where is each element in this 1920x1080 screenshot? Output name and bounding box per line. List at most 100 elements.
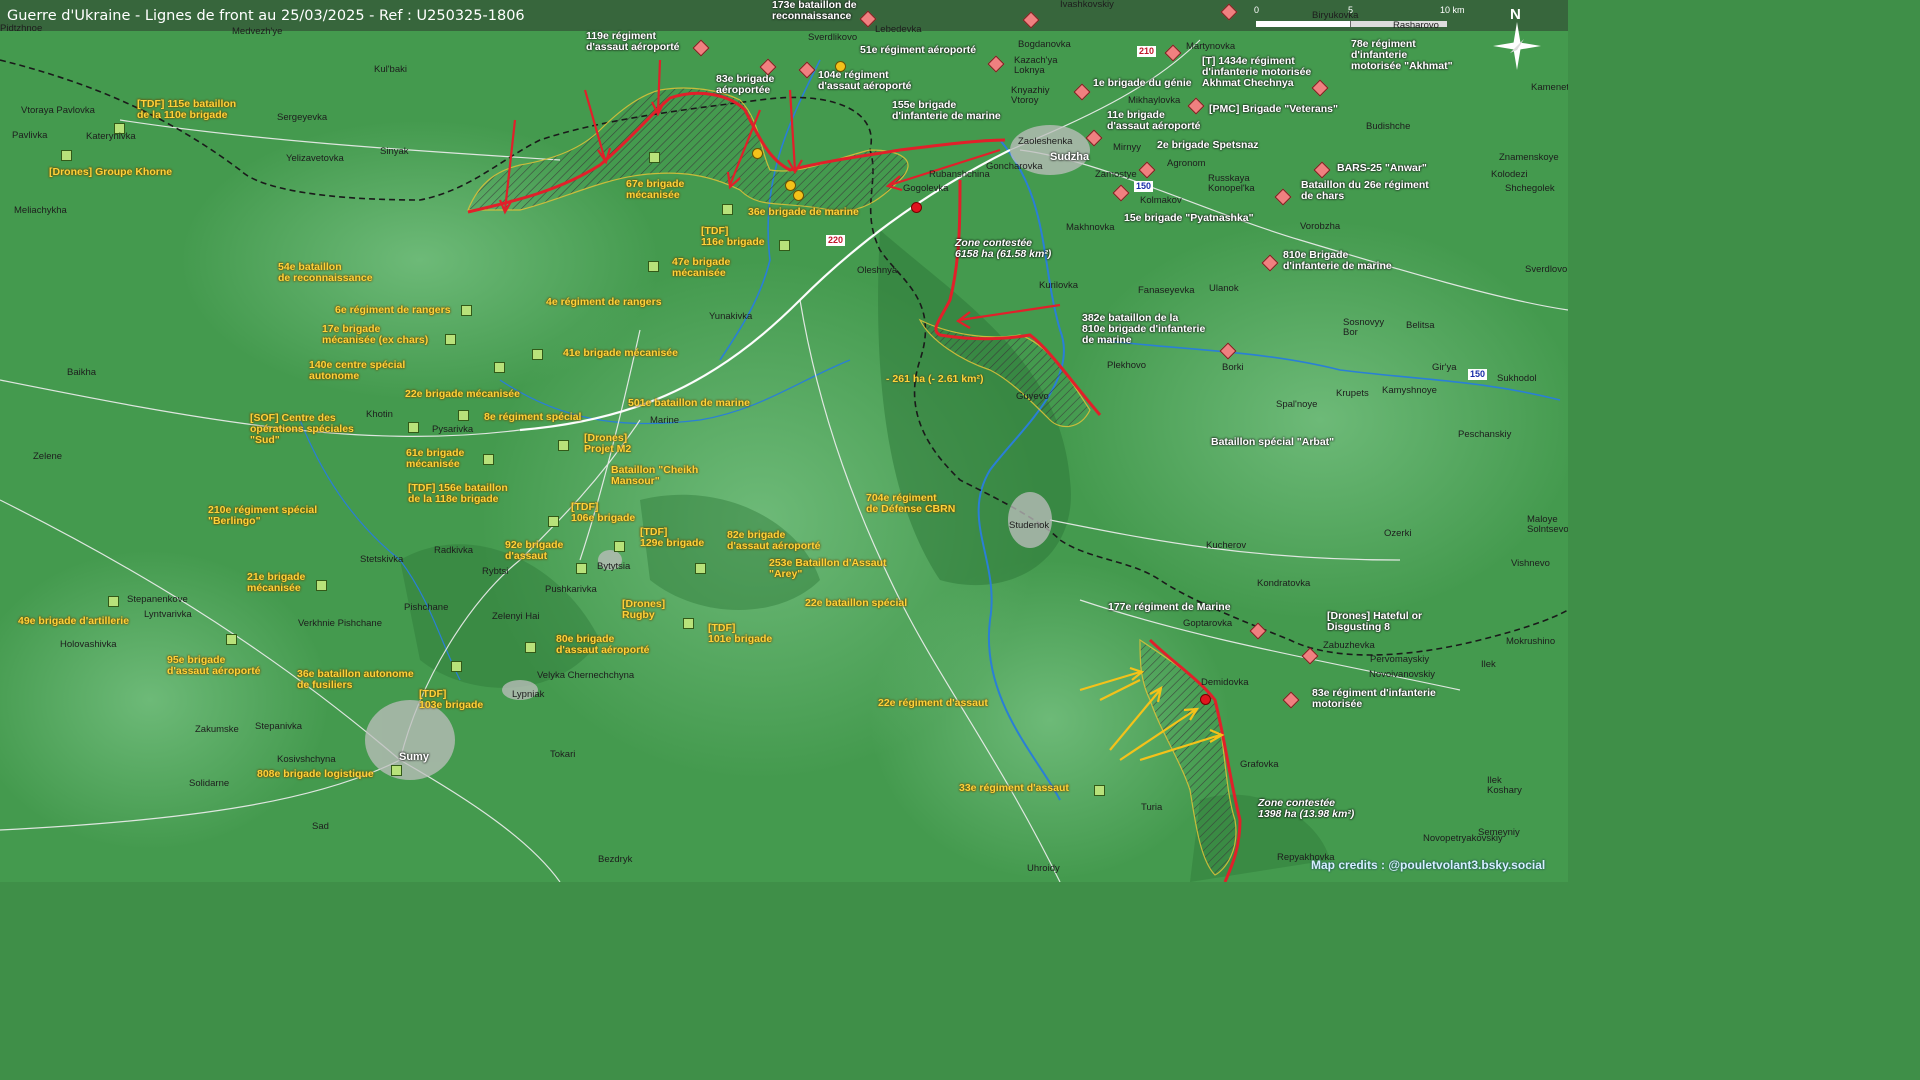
- ua-unit-label[interactable]: 501e bataillon de marine: [628, 398, 750, 409]
- ua-unit-symbol-icon[interactable]: [649, 152, 660, 163]
- ua-unit-label[interactable]: [TDF] 115e bataillon de la 110e brigade: [137, 99, 236, 121]
- ru-unit-label[interactable]: 104e régiment d'assaut aéroporté: [818, 70, 912, 92]
- town-label: Zakumske: [195, 724, 239, 735]
- ua-unit-symbol-icon[interactable]: [576, 563, 587, 574]
- ua-unit-symbol-icon[interactable]: [445, 334, 456, 345]
- ua-unit-symbol-icon[interactable]: [391, 765, 402, 776]
- ru-unit-label[interactable]: 2e brigade Spetsnaz: [1157, 140, 1259, 151]
- ua-unit-symbol-icon[interactable]: [316, 580, 327, 591]
- ua-unit-label[interactable]: 704e régiment de Défense CBRN: [866, 493, 955, 515]
- ru-unit-label[interactable]: 11e brigade d'assaut aéroporté: [1107, 110, 1201, 132]
- ru-unit-label[interactable]: [PMC] Brigade "Veterans": [1209, 104, 1338, 115]
- ua-unit-symbol-icon[interactable]: [548, 516, 559, 527]
- ua-unit-label[interactable]: 80e brigade d'assaut aéroporté: [556, 634, 650, 656]
- ua-unit-symbol-icon[interactable]: [1094, 785, 1105, 796]
- ua-unit-symbol-icon[interactable]: [722, 204, 733, 215]
- ru-unit-label[interactable]: 15e brigade "Pyatnashka": [1124, 213, 1254, 224]
- ua-unit-symbol-icon[interactable]: [451, 661, 462, 672]
- town-label: Studenok: [1009, 520, 1050, 531]
- ua-unit-label[interactable]: 17e brigade mécanisée (ex chars): [322, 324, 428, 346]
- ua-unit-label[interactable]: 22e régiment d'assaut: [878, 698, 988, 709]
- ua-unit-symbol-icon[interactable]: [494, 362, 505, 373]
- ua-unit-symbol-icon[interactable]: [779, 240, 790, 251]
- ru-unit-label[interactable]: BARS-25 "Anwar": [1337, 163, 1427, 174]
- ua-unit-label[interactable]: 49e brigade d'artillerie: [18, 616, 129, 627]
- ua-unit-label[interactable]: 95e brigade d'assaut aéroporté: [167, 655, 261, 677]
- ru-unit-label[interactable]: 810e Brigade d'infanterie de marine: [1283, 250, 1392, 272]
- ua-unit-label[interactable]: [TDF] 129e brigade: [640, 527, 704, 549]
- ua-unit-label[interactable]: [TDF] 101e brigade: [708, 623, 772, 645]
- ua-unit-label[interactable]: [Drones] Groupe Khorne: [49, 167, 172, 178]
- ru-unit-label[interactable]: 119e régiment d'assaut aéroporté: [586, 31, 680, 53]
- ru-unit-label[interactable]: 155e brigade d'infanterie de marine: [892, 100, 1001, 122]
- ua-unit-symbol-icon[interactable]: [558, 440, 569, 451]
- ua-unit-label[interactable]: [TDF] 116e brigade: [701, 226, 765, 248]
- ru-unit-label[interactable]: 51e régiment aéroporté: [860, 45, 976, 56]
- ua-unit-label[interactable]: 36e bataillon autonome de fusiliers: [297, 669, 414, 691]
- map-credits[interactable]: Map credits : @pouletvolant3.bsky.social: [1311, 858, 1545, 872]
- ua-unit-label[interactable]: Bataillon "Cheikh Mansour": [611, 465, 698, 487]
- ua-position-marker[interactable]: [752, 148, 763, 159]
- ua-unit-label[interactable]: 22e brigade mécanisée: [405, 389, 520, 400]
- ua-unit-symbol-icon[interactable]: [525, 642, 536, 653]
- ua-unit-label[interactable]: 33e régiment d'assaut: [959, 783, 1069, 794]
- ua-unit-label[interactable]: 210e régiment spécial "Berlingo": [208, 505, 317, 527]
- ru-unit-label[interactable]: 177e régiment de Marine: [1108, 602, 1231, 613]
- ua-unit-label[interactable]: 253e Bataillon d'Assaut "Arey": [769, 558, 886, 580]
- scale-tick-10: 10 km: [1440, 5, 1465, 15]
- ua-unit-symbol-icon[interactable]: [532, 349, 543, 360]
- ua-unit-label[interactable]: [TDF] 106e brigade: [571, 502, 635, 524]
- ua-unit-symbol-icon[interactable]: [648, 261, 659, 272]
- ua-unit-label[interactable]: 61e brigade mécanisée: [406, 448, 464, 470]
- ua-unit-label[interactable]: 4e régiment de rangers: [546, 297, 662, 308]
- ru-unit-label[interactable]: 1e brigade du génie: [1093, 78, 1192, 89]
- map-canvas[interactable]: Guerre d'Ukraine - Lignes de front au 25…: [0, 0, 1568, 882]
- ua-unit-symbol-icon[interactable]: [695, 563, 706, 574]
- ua-unit-label[interactable]: [TDF] 156e bataillon de la 118e brigade: [408, 483, 508, 505]
- ua-unit-label[interactable]: [Drones] Projet M2: [584, 433, 631, 455]
- ua-unit-symbol-icon[interactable]: [683, 618, 694, 629]
- ua-unit-label[interactable]: 36e brigade de marine: [748, 207, 859, 218]
- town-label: Goncharovka: [986, 161, 1043, 172]
- ua-unit-symbol-icon[interactable]: [614, 541, 625, 552]
- ru-unit-label[interactable]: Bataillon du 26e régiment de chars: [1301, 180, 1429, 202]
- ua-position-marker[interactable]: [785, 180, 796, 191]
- ru-unit-label[interactable]: 83e régiment d'infanterie motorisée: [1312, 688, 1436, 710]
- hotspot-gogolevka[interactable]: [911, 202, 922, 213]
- ru-unit-label[interactable]: [T] 1434e régiment d'infanterie motorisé…: [1202, 56, 1311, 89]
- town-label: Znamenskoye: [1499, 152, 1559, 163]
- ua-unit-label[interactable]: 47e brigade mécanisée: [672, 257, 730, 279]
- ua-unit-label[interactable]: 6e régiment de rangers: [335, 305, 451, 316]
- town-label: Knyazhiy Vtoroy: [1011, 85, 1050, 106]
- ua-unit-label[interactable]: [SOF] Centre des opérations spéciales "S…: [250, 413, 354, 446]
- ua-position-marker[interactable]: [793, 190, 804, 201]
- ua-unit-label[interactable]: [Drones] Rugby: [622, 599, 665, 621]
- ua-unit-label[interactable]: 82e brigade d'assaut aéroporté: [727, 530, 821, 552]
- ua-unit-label[interactable]: 22e bataillon spécial: [805, 598, 907, 609]
- ua-unit-symbol-icon[interactable]: [108, 596, 119, 607]
- ua-unit-label[interactable]: 54e bataillon de reconnaissance: [278, 262, 373, 284]
- ua-unit-symbol-icon[interactable]: [461, 305, 472, 316]
- ua-unit-label[interactable]: 21e brigade mécanisée: [247, 572, 305, 594]
- ua-unit-label[interactable]: 41e brigade mécanisée: [563, 348, 678, 359]
- town-label: Vishnevo: [1511, 558, 1550, 569]
- ru-unit-label[interactable]: 78e régiment d'infanterie motorisée "Akh…: [1351, 39, 1453, 72]
- town-label: Bezdryk: [598, 854, 633, 865]
- ru-unit-label[interactable]: 382e bataillon de la 810e brigade d'infa…: [1082, 313, 1205, 346]
- ua-unit-symbol-icon[interactable]: [408, 422, 419, 433]
- ru-unit-label[interactable]: Bataillon spécial "Arbat": [1211, 437, 1334, 448]
- ua-unit-label[interactable]: 8e régiment spécial: [484, 412, 581, 423]
- hotspot-demidovka[interactable]: [1200, 694, 1211, 705]
- ua-unit-label[interactable]: 92e brigade d'assaut: [505, 540, 563, 562]
- ua-unit-label[interactable]: 808e brigade logistique: [257, 769, 374, 780]
- ua-unit-label[interactable]: 67e brigade mécanisée: [626, 179, 684, 201]
- ua-unit-label[interactable]: 140e centre spécial autonome: [309, 360, 405, 382]
- ua-unit-symbol-icon[interactable]: [61, 150, 72, 161]
- ua-unit-symbol-icon[interactable]: [458, 410, 469, 421]
- ua-unit-label[interactable]: [TDF] 103e brigade: [419, 689, 483, 711]
- ru-unit-label[interactable]: [Drones] Hateful or Disgusting 8: [1327, 611, 1422, 633]
- ua-unit-symbol-icon[interactable]: [483, 454, 494, 465]
- ru-unit-label[interactable]: 83e brigade aéroportée: [716, 74, 774, 96]
- ua-unit-symbol-icon[interactable]: [226, 634, 237, 645]
- ru-unit-label[interactable]: 173e bataillon de reconnaissance: [772, 0, 857, 22]
